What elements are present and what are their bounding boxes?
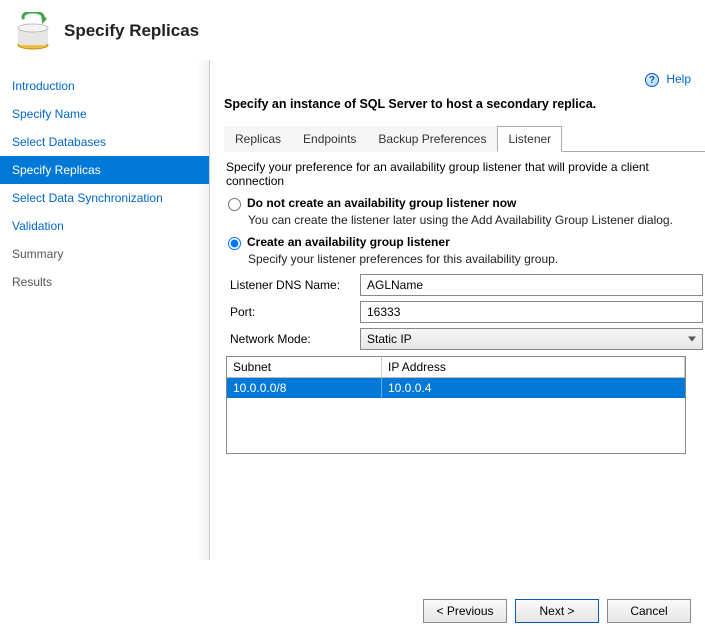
- subnet-cell: 10.0.0.0/8: [227, 378, 382, 398]
- sidebar-item-results[interactable]: Results: [0, 268, 209, 296]
- dns-name-label: Listener DNS Name:: [230, 278, 360, 292]
- subnet-grid[interactable]: Subnet IP Address 10.0.0.0/8 10.0.0.4: [226, 356, 686, 454]
- subnet-header[interactable]: Subnet: [227, 357, 382, 377]
- wizard-header: Specify Replicas: [0, 0, 705, 60]
- network-mode-combo[interactable]: Static IP: [360, 328, 703, 350]
- wizard-icon: [14, 12, 52, 50]
- tab-listener[interactable]: Listener: [497, 126, 562, 152]
- wizard-body: Introduction Specify Name Select Databas…: [0, 60, 705, 560]
- next-button[interactable]: Next >: [515, 599, 599, 623]
- dns-name-input[interactable]: [360, 274, 703, 296]
- radio-do-not-create-label: Do not create an availability group list…: [247, 196, 516, 210]
- radio-create-sub: Specify your listener preferences for th…: [248, 252, 703, 266]
- ip-header[interactable]: IP Address: [382, 357, 685, 377]
- sidebar-item-validation[interactable]: Validation: [0, 212, 209, 240]
- tab-endpoints[interactable]: Endpoints: [292, 126, 367, 152]
- tab-replicas[interactable]: Replicas: [224, 126, 292, 152]
- port-label: Port:: [230, 305, 360, 319]
- help-icon: ?: [645, 73, 659, 87]
- radio-do-not-create-sub: You can create the listener later using …: [248, 213, 703, 227]
- listener-pref-desc: Specify your preference for an availabil…: [226, 160, 703, 188]
- sidebar-item-summary[interactable]: Summary: [0, 240, 209, 268]
- network-mode-value: Static IP: [367, 332, 412, 346]
- help-link[interactable]: Help: [666, 72, 691, 86]
- page-title: Specify Replicas: [64, 21, 199, 41]
- radio-do-not-create[interactable]: Do not create an availability group list…: [226, 196, 703, 211]
- cancel-button[interactable]: Cancel: [607, 599, 691, 623]
- radio-create-label: Create an availability group listener: [247, 235, 450, 249]
- wizard-steps-sidebar: Introduction Specify Name Select Databas…: [0, 60, 210, 560]
- port-input[interactable]: [360, 301, 703, 323]
- subnet-grid-header: Subnet IP Address: [227, 357, 685, 378]
- instruction-text: Specify an instance of SQL Server to hos…: [224, 97, 705, 125]
- tab-bar: Replicas Endpoints Backup Preferences Li…: [224, 125, 705, 152]
- subnet-grid-row[interactable]: 10.0.0.0/8 10.0.0.4: [227, 378, 685, 398]
- radio-do-not-create-input[interactable]: [228, 198, 241, 211]
- previous-button[interactable]: < Previous: [423, 599, 507, 623]
- sidebar-item-select-databases[interactable]: Select Databases: [0, 128, 209, 156]
- network-mode-label: Network Mode:: [230, 332, 360, 346]
- sidebar-item-select-data-sync[interactable]: Select Data Synchronization: [0, 184, 209, 212]
- wizard-footer: < Previous Next > Cancel: [423, 599, 691, 623]
- tab-backup-preferences[interactable]: Backup Preferences: [367, 126, 497, 152]
- listener-form: Listener DNS Name: Port: Network Mode: S…: [230, 274, 703, 350]
- wizard-content: ? Help Specify an instance of SQL Server…: [210, 60, 705, 560]
- sidebar-item-introduction[interactable]: Introduction: [0, 72, 209, 100]
- sidebar-item-specify-replicas[interactable]: Specify Replicas: [0, 156, 209, 184]
- sidebar-item-specify-name[interactable]: Specify Name: [0, 100, 209, 128]
- ip-cell: 10.0.0.4: [382, 378, 685, 398]
- radio-create[interactable]: Create an availability group listener: [226, 235, 703, 250]
- listener-tab-page: Specify your preference for an availabil…: [224, 152, 705, 460]
- radio-create-input[interactable]: [228, 237, 241, 250]
